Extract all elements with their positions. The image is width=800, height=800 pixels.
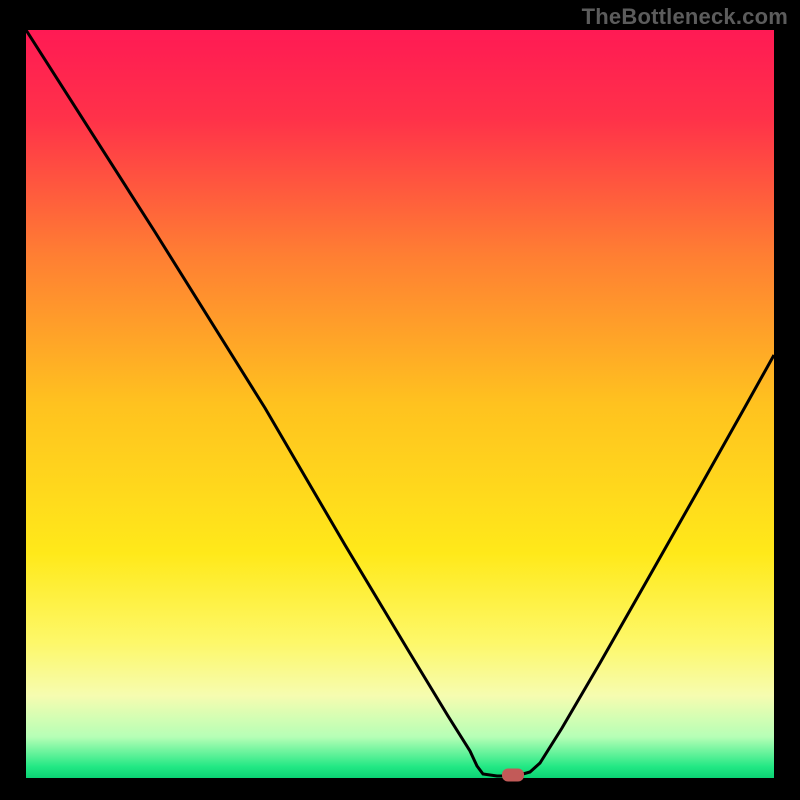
chart-frame: { "watermark": "TheBottleneck.com", "cha… [0,0,800,800]
optimal-marker [502,769,524,782]
watermark-text: TheBottleneck.com [582,4,788,30]
plot-background [26,30,774,778]
bottleneck-chart [0,0,800,800]
